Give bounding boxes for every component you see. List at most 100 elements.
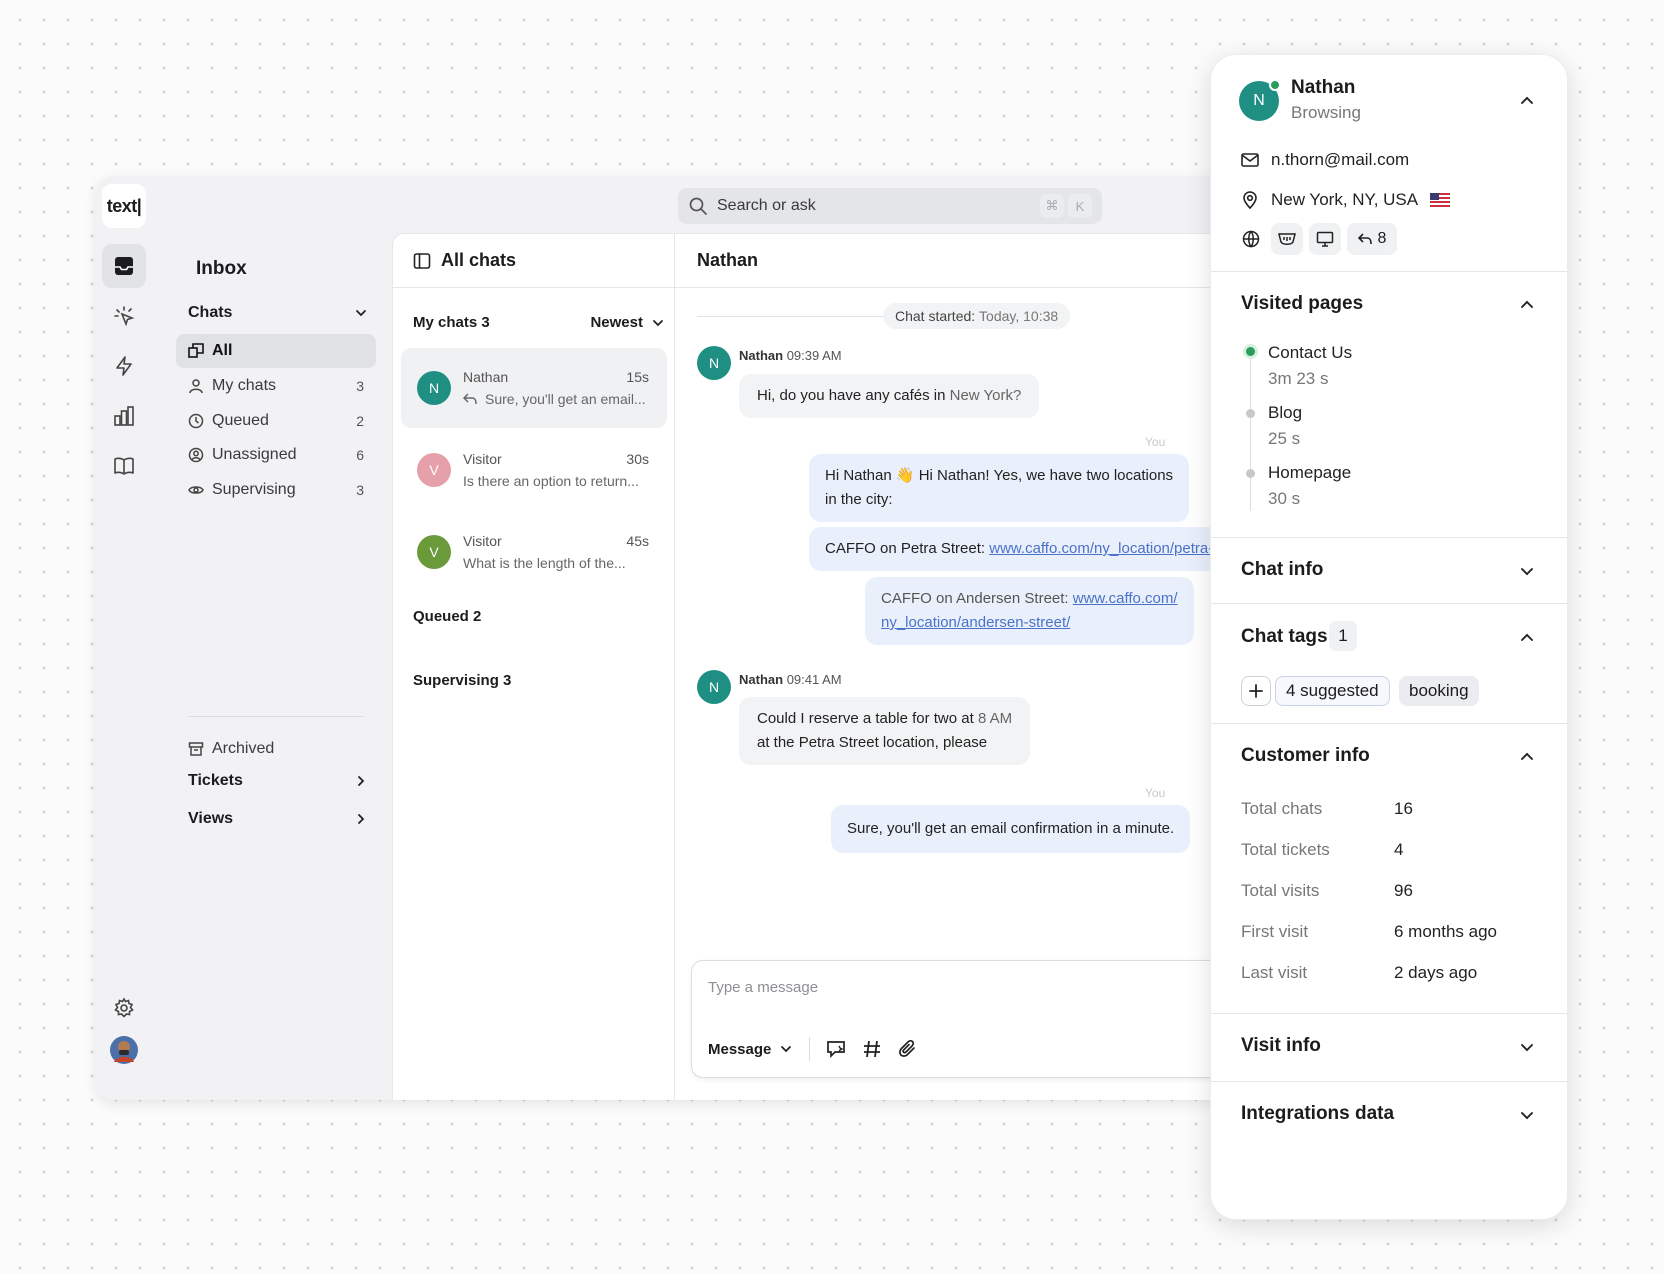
inbox-nav: Inbox Chats All My chats 3 Queued 2 Unas… (152, 232, 427, 1100)
message-input[interactable]: Type a message (708, 979, 818, 996)
hashtag-icon[interactable] (862, 1039, 882, 1059)
eye-icon (188, 486, 204, 494)
section-divider (1211, 537, 1567, 538)
supervising-group[interactable]: Supervising 3 (413, 672, 665, 689)
section-divider (1211, 1013, 1567, 1014)
chevron-down-icon (653, 319, 663, 326)
nav-item-label: Archived (212, 740, 275, 757)
customer-name: Nathan (1291, 77, 1356, 98)
message-time: 09:41 AM (786, 672, 842, 687)
nav-item-archived[interactable]: Archived (176, 732, 376, 766)
integrations-title: Integrations data (1241, 1103, 1395, 1124)
reply-icon (463, 393, 477, 405)
chat-preview: Is there an option to return... (463, 473, 639, 489)
visited-page-name[interactable]: Homepage (1268, 463, 1351, 483)
message-mode-label: Message (708, 1040, 772, 1058)
message-text: CAFFO on Andersen Street: (881, 590, 1073, 607)
chat-list-item[interactable]: V Visitor 30s Is there an option to retur… (401, 430, 667, 510)
message-text-muted: New York? (949, 387, 1022, 404)
suggested-tags-button[interactable]: 4 suggested (1275, 676, 1390, 706)
lightning-icon[interactable] (102, 344, 146, 388)
my-chats-group-label: My chats 3 (413, 314, 490, 331)
inbox-icon[interactable] (102, 244, 146, 288)
collapse-customer-button[interactable] (1516, 90, 1538, 112)
nav-item-label: Unassigned (212, 446, 297, 463)
nav-item-all[interactable]: All (176, 334, 376, 368)
collapse-customer-info-button[interactable] (1516, 746, 1538, 768)
chat-list-item[interactable]: N Nathan 15s Sure, you'll get an email... (401, 348, 667, 428)
chevron-right-icon (358, 814, 365, 824)
section-divider (1211, 271, 1567, 272)
nav-item-label: My chats (212, 377, 277, 394)
reports-icon[interactable] (102, 394, 146, 438)
knowledge-book-icon[interactable] (102, 444, 146, 488)
conversation: Nathan Chat started: Today, 10:38 N Nath… (675, 234, 1276, 1100)
expand-visit-info-button[interactable] (1516, 1036, 1538, 1058)
location-link[interactable]: www.caffo.com/ (1073, 590, 1178, 607)
canned-response-icon[interactable] (826, 1039, 846, 1059)
message-bubble-out: Sure, you'll get an email confirmation i… (831, 805, 1191, 853)
add-tag-button[interactable] (1241, 676, 1271, 706)
globe-icon (1239, 227, 1263, 251)
tickets-label: Tickets (188, 772, 243, 789)
chat-started-label: Chat started: (895, 308, 976, 324)
chat-list-item[interactable]: V Visitor 45s What is the length of the..… (401, 512, 667, 592)
composer-toolbar: Message (708, 1037, 918, 1061)
tag-chip[interactable]: booking (1399, 676, 1479, 706)
section-divider (1211, 603, 1567, 604)
nav-item-supervising[interactable]: Supervising 3 (176, 473, 376, 507)
views-label: Views (188, 810, 234, 827)
sidebar-toggle-icon[interactable] (413, 252, 431, 270)
chats-section-toggle[interactable]: Chats (188, 304, 368, 322)
customer-email[interactable]: n.thorn@mail.com (1271, 150, 1409, 170)
collapse-visited-button[interactable] (1516, 294, 1538, 316)
message-mode-dropdown[interactable]: Message (708, 1041, 793, 1058)
info-label: First visit (1241, 922, 1309, 941)
sort-dropdown[interactable]: Newest (590, 314, 665, 331)
inbox-title: Inbox (196, 258, 247, 279)
settings-gear-icon[interactable] (102, 986, 146, 1030)
message-composer[interactable]: Type a message Message (691, 960, 1251, 1078)
chat-preview: Sure, you'll get an email... (485, 391, 646, 407)
user-avatar[interactable] (102, 1028, 146, 1072)
nav-item-queued[interactable]: Queued 2 (176, 404, 376, 438)
customer-location: New York, NY, USA (1271, 190, 1419, 209)
mail-icon (1241, 153, 1259, 167)
chat-list-title: All chats (441, 250, 517, 270)
nav-item-label: Supervising (212, 481, 296, 498)
visited-page-time: 3m 23 s (1268, 369, 1329, 388)
visited-page-name[interactable]: Contact Us (1268, 343, 1352, 363)
expand-integrations-button[interactable] (1516, 1104, 1538, 1126)
you-label: You (1145, 435, 1166, 449)
search-bar[interactable]: Search or ask ⌘ K (678, 188, 1102, 224)
conversation-title: Nathan (675, 234, 1276, 288)
nav-item-my-chats[interactable]: My chats 3 (176, 369, 376, 403)
chat-list-header: All chats (393, 234, 674, 288)
views-section-toggle[interactable]: Views (188, 810, 368, 828)
sparkle-cursor-icon[interactable] (102, 294, 146, 338)
visited-timeline (1250, 351, 1251, 511)
message-bubble-out: CAFFO on Andersen Street: www.caffo.com/… (865, 577, 1194, 645)
returning-visits-count: 8 (1377, 230, 1387, 247)
location-link[interactable]: ny_location/andersen-street/ (881, 614, 1070, 631)
nav-item-unassigned[interactable]: Unassigned 6 (176, 438, 376, 472)
message-bubble: Could I reserve a table for two at 8 AM … (739, 697, 1031, 765)
nav-divider (188, 716, 364, 717)
nav-item-count: 3 (356, 482, 364, 498)
expand-chat-info-button[interactable] (1516, 560, 1538, 582)
page-dot (1246, 409, 1255, 418)
attachment-icon[interactable] (898, 1039, 918, 1059)
tickets-section-toggle[interactable]: Tickets (188, 772, 368, 790)
search-placeholder: Search or ask (717, 197, 816, 214)
info-label: Total visits (1241, 881, 1320, 900)
chat-contact-name: Visitor (463, 533, 502, 549)
visited-page-name[interactable]: Blog (1268, 403, 1302, 423)
customer-avatar: N (1239, 79, 1281, 121)
queued-group[interactable]: Queued 2 (413, 608, 665, 625)
contact-avatar: V (417, 453, 451, 487)
collapse-tags-button[interactable] (1516, 627, 1538, 649)
visited-page-time: 25 s (1268, 429, 1301, 448)
message-avatar: N (697, 670, 731, 704)
message-text: at the Petra Street location, please (757, 734, 988, 751)
chat-preview: What is the length of the... (463, 555, 626, 571)
